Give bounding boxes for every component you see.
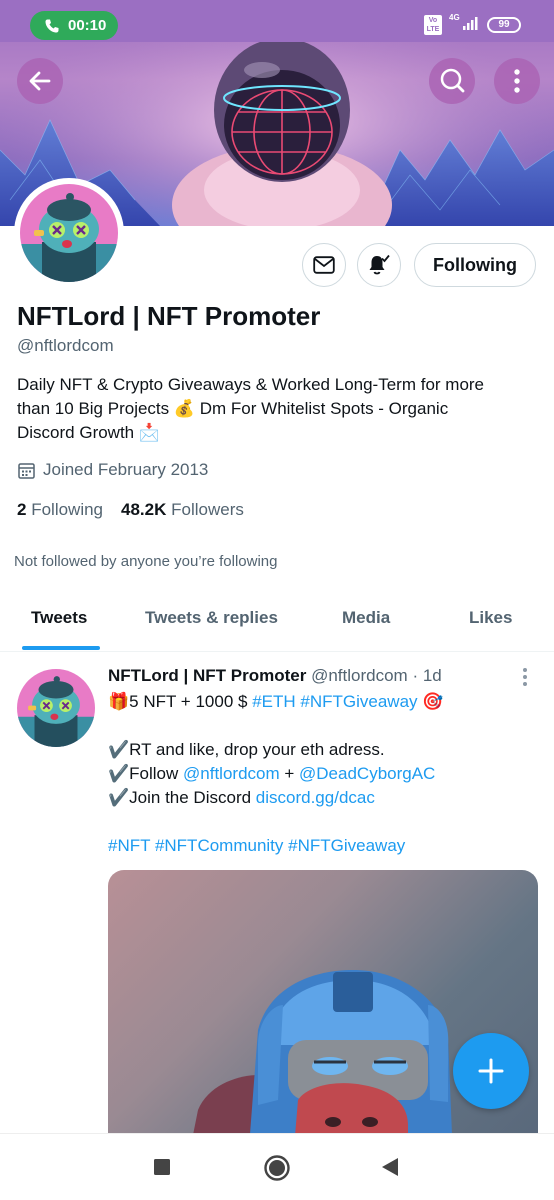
battery-indicator: 99	[487, 17, 521, 33]
tweet-line: ✔️Join the Discord discord.gg/dcac	[108, 786, 538, 810]
active-tab-indicator	[22, 646, 100, 650]
system-navigation-bar	[0, 1133, 554, 1200]
avatar-image	[20, 184, 118, 282]
tweet-text: 🎁5 NFT + 1000 $ #ETH #NFTGiveaway 🎯 ✔️RT…	[108, 690, 538, 858]
bell-icon	[369, 254, 390, 275]
mention-link[interactable]: @nftlordcom	[183, 764, 280, 783]
tweet-line: ✔️RT and like, drop your eth adress.	[108, 740, 385, 759]
tweet-header: NFTLord | NFT Promoter @nftlordcom · 1d	[108, 666, 442, 686]
joined-text: Joined February 2013	[43, 460, 209, 479]
bio-line: than 10 Big Projects 💰 Dm For Whitelist …	[17, 399, 449, 418]
compose-tweet-button[interactable]	[453, 1033, 529, 1109]
tweet-text-span: 🎯	[417, 692, 444, 711]
tweet-author-name[interactable]: NFTLord | NFT Promoter	[108, 666, 306, 685]
message-button[interactable]	[302, 243, 346, 287]
nft-artwork-image	[188, 970, 453, 1160]
calendar-icon	[18, 462, 35, 479]
followers-label: Followers	[171, 500, 244, 519]
followers-count: 48.2K	[121, 500, 167, 519]
hashtag-link[interactable]: #ETH	[252, 692, 295, 711]
network-type: 4G	[449, 13, 460, 22]
back-arrow-icon	[29, 71, 51, 91]
tab-tweets-replies[interactable]: Tweets & replies	[145, 608, 278, 628]
tweet-line: #NFT #NFTCommunity #NFTGiveaway	[108, 834, 538, 858]
search-button[interactable]	[429, 58, 475, 104]
ongoing-call-indicator[interactable]: 00:10	[30, 11, 118, 40]
recents-square-icon[interactable]	[153, 1158, 171, 1176]
mention-link[interactable]: @DeadCyborgAC	[299, 764, 435, 783]
tweet-author-avatar[interactable]	[17, 669, 95, 747]
profile-handle: @nftlordcom	[17, 336, 114, 355]
tweet-text-span: 🎁5 NFT + 1000 $	[108, 692, 253, 711]
mail-icon	[313, 256, 335, 274]
tweet-line: 🎁5 NFT + 1000 $ #ETH #NFTGiveaway 🎯	[108, 690, 538, 714]
following-count: 2	[17, 500, 27, 519]
joined-date: Joined February 2013	[18, 460, 208, 480]
volte-badge: Vo LTE	[424, 15, 442, 35]
profile-name: NFTLord | NFT Promoter	[17, 301, 321, 331]
following-count-link[interactable]: 2 Following	[17, 500, 103, 520]
profile-bio: Daily NFT & Crypto Giveaways & Worked Lo…	[17, 373, 537, 445]
following-button[interactable]: Following	[414, 243, 536, 287]
tab-media[interactable]: Media	[342, 608, 390, 628]
status-bar: 00:10 Vo LTE 4G 99	[0, 0, 554, 42]
profile-avatar[interactable]	[14, 178, 124, 288]
bio-line: Discord Growth 📩	[17, 423, 161, 442]
notifications-button[interactable]	[357, 243, 401, 287]
back-button[interactable]	[17, 58, 63, 104]
phone-icon	[45, 19, 59, 32]
hashtag-link[interactable]: #NFT	[108, 836, 150, 855]
followers-count-link[interactable]: 48.2K Followers	[121, 500, 244, 520]
hashtag-link[interactable]: #NFTGiveaway	[300, 692, 417, 711]
profile-tabs: Tweets Tweets & replies Media Likes	[0, 592, 554, 652]
search-icon	[440, 68, 465, 93]
back-triangle-icon[interactable]	[380, 1157, 400, 1177]
hashtag-link[interactable]: #NFTCommunity	[155, 836, 283, 855]
tweet-text-span: ✔️Join the Discord	[108, 788, 256, 807]
signal-strength-icon	[463, 17, 478, 30]
tweet-media-image[interactable]	[108, 870, 538, 1160]
tweet-text-span: +	[279, 764, 300, 783]
tweet-author-handle[interactable]: @nftlordcom	[311, 666, 408, 685]
home-circle-icon[interactable]	[263, 1154, 291, 1182]
hashtag-link[interactable]: #NFTGiveaway	[288, 836, 405, 855]
tab-likes[interactable]: Likes	[469, 608, 512, 628]
following-label: Following	[31, 500, 104, 519]
follow-counts: 2 Following 48.2K Followers	[17, 500, 244, 520]
tweet-more-icon[interactable]	[519, 667, 531, 687]
tweet-time[interactable]: · 1d	[412, 666, 441, 685]
plus-icon	[478, 1058, 504, 1084]
tab-tweets[interactable]: Tweets	[31, 608, 87, 628]
tweet-line: ✔️Follow @nftlordcom + @DeadCyborgAC	[108, 762, 538, 786]
call-timer: 00:10	[68, 17, 107, 34]
more-options-button[interactable]	[494, 58, 540, 104]
more-vertical-icon	[514, 69, 520, 93]
bio-line: Daily NFT & Crypto Giveaways & Worked Lo…	[17, 375, 485, 394]
discord-link[interactable]: discord.gg/dcac	[256, 788, 375, 807]
mutual-followers-note: Not followed by anyone you’re following	[14, 553, 278, 570]
tweet-text-span: ✔️Follow	[108, 764, 184, 783]
